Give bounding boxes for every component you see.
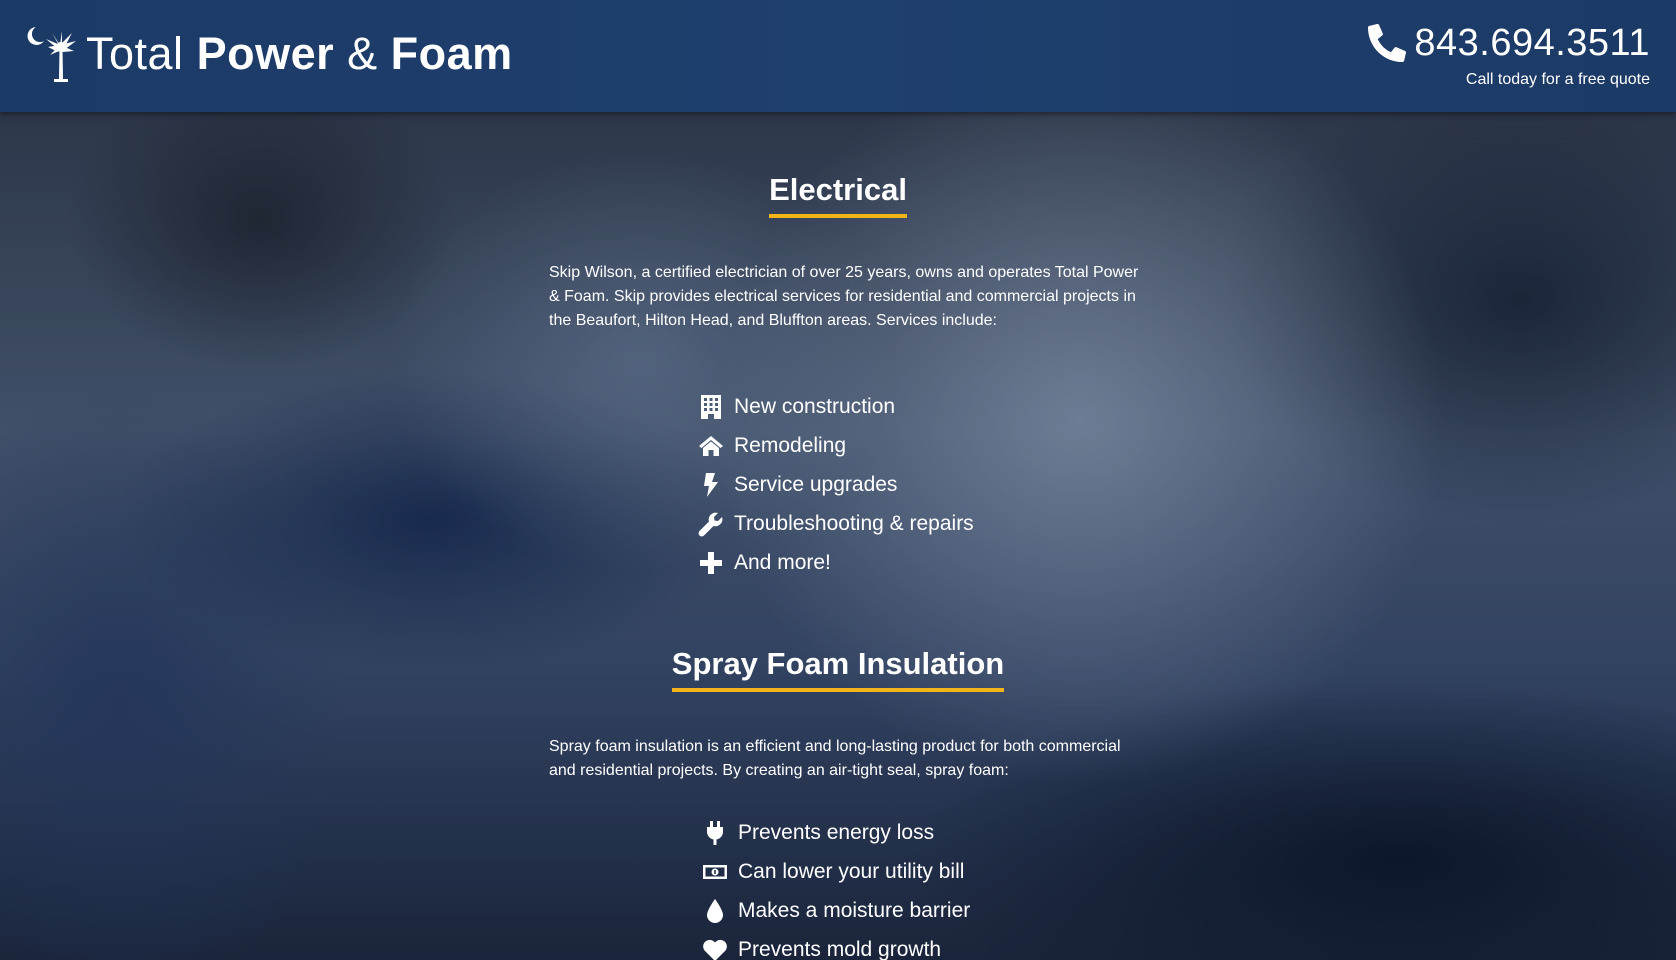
list-item-label: New construction	[734, 394, 896, 418]
lightning-bolt-icon	[698, 472, 724, 498]
phone-link[interactable]: 843.694.3511	[1368, 20, 1650, 66]
electrical-description: Skip Wilson, a certified electrician of …	[549, 264, 1139, 329]
section-title-electrical: Electrical	[0, 170, 1676, 218]
list-item-label: Can lower your utility bill	[738, 859, 965, 883]
list-item: Prevents energy loss	[702, 813, 970, 852]
phone-number: 843.694.3511	[1414, 22, 1650, 64]
list-item: And more!	[698, 543, 974, 582]
section-title-spray-foam: Spray Foam Insulation	[0, 644, 1676, 692]
building-icon	[698, 394, 724, 420]
list-item-label: Troubleshooting & repairs	[734, 511, 974, 535]
list-item-label: Makes a moisture barrier	[738, 898, 971, 922]
list-item: Service upgrades	[698, 465, 974, 504]
list-item-label: Prevents energy loss	[738, 820, 935, 844]
spray-foam-description: Spray foam insulation is an efficient an…	[549, 738, 1121, 779]
phone-icon	[1368, 24, 1407, 62]
section-title-text: Electrical	[769, 170, 907, 218]
brand-name: Total Power & Foam	[86, 24, 513, 84]
list-item-label: Remodeling	[734, 433, 847, 457]
brand-word-foam: Foam	[390, 28, 513, 79]
list-item: Makes a moisture barrier	[702, 891, 970, 930]
plug-icon	[702, 820, 728, 846]
brand-word-power: Power	[196, 28, 335, 79]
spray-foam-benefits-list: Prevents energy loss Can lower your util…	[702, 813, 970, 960]
heart-icon	[702, 937, 728, 960]
money-bill-icon	[702, 859, 728, 885]
list-item-label: Prevents mold growth	[738, 937, 942, 960]
water-drop-icon	[702, 898, 728, 924]
brand-logo-link[interactable]: Total Power & Foam	[26, 24, 513, 84]
list-item: New construction	[698, 387, 974, 426]
brand-ampersand: &	[347, 28, 378, 79]
phone-subtext: Call today for a free quote	[1465, 71, 1650, 88]
site-header: Total Power & Foam 843.694.3511 Call tod…	[0, 0, 1676, 112]
list-item: Can lower your utility bill	[702, 852, 970, 891]
brand-word-total: Total	[86, 28, 184, 79]
palmetto-moon-icon	[27, 27, 76, 82]
main-content: Electrical Skip Wilson, a certified elec…	[0, 0, 1676, 960]
list-item: Remodeling	[698, 426, 974, 465]
phone-contact: 843.694.3511 Call today for a free quote	[1368, 20, 1650, 90]
section-title-text: Spray Foam Insulation	[671, 644, 1005, 692]
list-item-label: Service upgrades	[734, 472, 898, 496]
plus-icon	[698, 550, 724, 576]
list-item: Troubleshooting & repairs	[698, 504, 974, 543]
home-icon	[698, 433, 724, 459]
list-item-label: And more!	[734, 550, 831, 574]
electrical-services-list: New construction Remodeling Service upgr…	[698, 387, 974, 582]
wrench-icon	[698, 511, 724, 537]
list-item: Prevents mold growth	[702, 930, 970, 960]
